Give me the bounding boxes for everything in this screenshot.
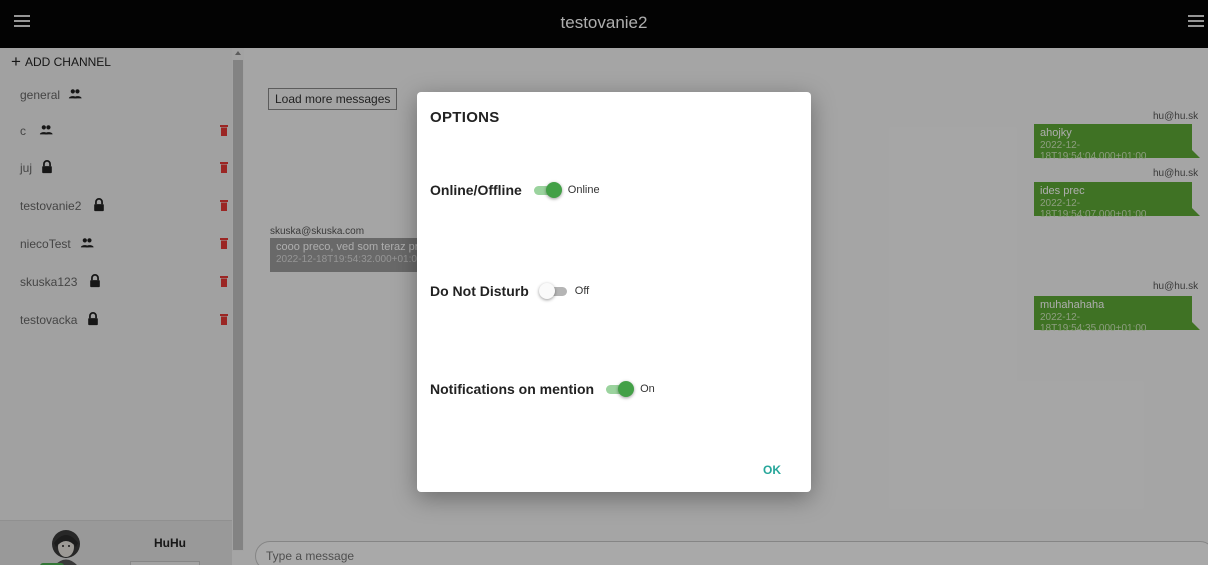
option-state: On	[640, 383, 655, 395]
option-state: Online	[567, 184, 600, 196]
option-state: Off	[574, 285, 590, 297]
option-notifications: Notifications on mention On	[430, 381, 655, 397]
option-label: Do Not Disturb	[430, 283, 529, 299]
online-toggle[interactable]	[532, 182, 562, 198]
dialog-title: OPTIONS	[430, 109, 500, 126]
option-online-offline: Online/Offline Online	[430, 182, 600, 198]
ok-button[interactable]: OK	[763, 463, 781, 477]
do-not-disturb-toggle[interactable]	[538, 283, 569, 299]
option-label: Notifications on mention	[430, 381, 595, 397]
option-label: Online/Offline	[430, 182, 522, 198]
option-do-not-disturb: Do Not Disturb Off	[430, 283, 589, 299]
notifications-toggle[interactable]	[604, 381, 635, 397]
options-dialog: OPTIONS Online/Offline Online Do Not Dis…	[417, 92, 811, 492]
